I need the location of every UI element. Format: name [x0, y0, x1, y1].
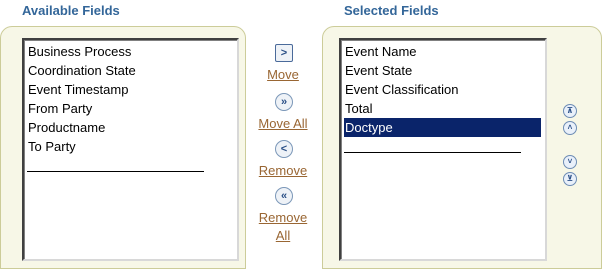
list-item[interactable]: Business Process	[27, 42, 131, 61]
move-all-button[interactable]: Move All	[253, 116, 313, 132]
list-item[interactable]: Event Name	[344, 42, 417, 61]
available-fields-list[interactable]: Business Process Coordination State Even…	[22, 38, 239, 261]
chevron-right-icon[interactable]: >	[275, 44, 293, 62]
list-item[interactable]: Event State	[344, 61, 412, 80]
selected-fields-heading: Selected Fields	[344, 3, 439, 18]
list-item[interactable]: Productname	[27, 118, 105, 137]
available-fields-heading: Available Fields	[22, 3, 120, 18]
list-item[interactable]: Coordination State	[27, 61, 136, 80]
list-separator	[344, 152, 521, 153]
selected-list-item[interactable]: Doctype	[344, 118, 541, 137]
move-to-bottom-icon[interactable]: ⊻	[563, 172, 577, 186]
chevron-left-icon[interactable]: <	[275, 140, 293, 158]
list-item[interactable]: From Party	[27, 99, 92, 118]
double-chevron-right-icon[interactable]: »	[275, 93, 293, 111]
list-item[interactable]: To Party	[27, 137, 76, 156]
double-chevron-left-icon[interactable]: «	[275, 187, 293, 205]
selected-fields-list[interactable]: Event Name Event State Event Classificat…	[339, 38, 547, 261]
move-down-icon[interactable]: ˅	[563, 155, 577, 169]
remove-all-button-line2[interactable]: All	[253, 228, 313, 244]
remove-button[interactable]: Remove	[253, 163, 313, 179]
move-up-icon[interactable]: ˄	[563, 121, 577, 135]
list-item[interactable]: Total	[344, 99, 372, 118]
move-to-top-icon[interactable]: ⊼	[563, 104, 577, 118]
list-separator	[27, 171, 204, 172]
list-item[interactable]: Event Timestamp	[27, 80, 128, 99]
remove-all-button[interactable]: Remove	[253, 210, 313, 226]
move-button[interactable]: Move	[253, 67, 313, 83]
list-item[interactable]: Event Classification	[344, 80, 458, 99]
